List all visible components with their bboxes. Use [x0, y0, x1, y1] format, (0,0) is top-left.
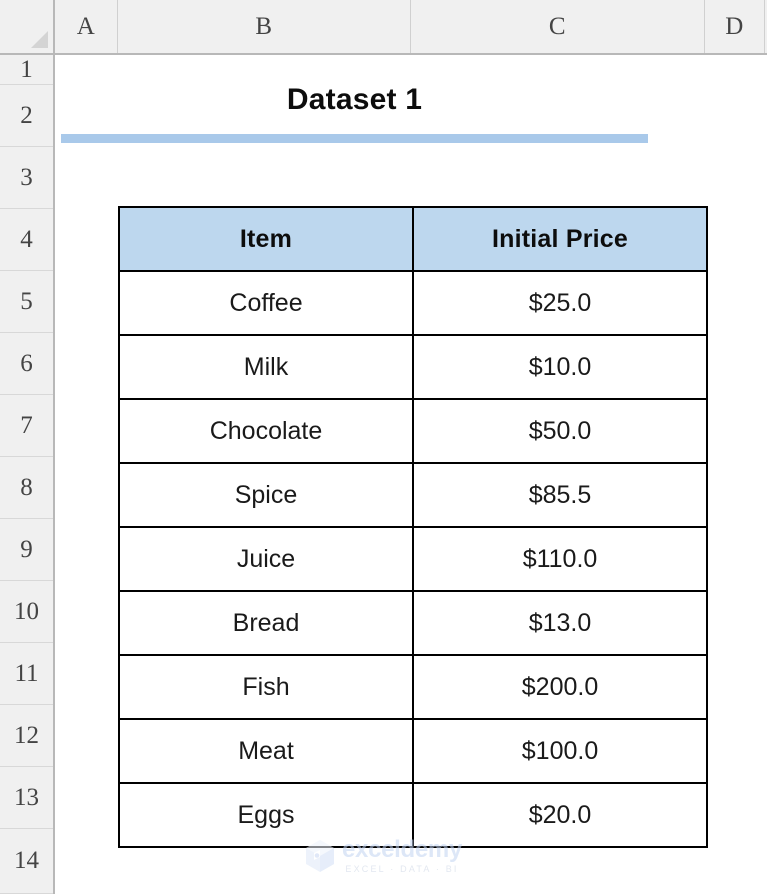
cell-initial-price[interactable]: $110.0 [412, 526, 708, 592]
table-body: Coffee $25.0 Milk $10.0 Chocolate $50.0 Spice $… [118, 270, 708, 848]
cell-item[interactable]: Eggs [118, 782, 414, 848]
row-header-9[interactable]: 9 [0, 519, 53, 581]
table-header-row: Item Initial Price [118, 206, 708, 272]
row-header-2[interactable]: 2 [0, 85, 53, 147]
cell-item[interactable]: Bread [118, 590, 414, 656]
row-header-10[interactable]: 10 [0, 581, 53, 643]
title-accent-rule [61, 134, 648, 143]
cell-initial-price[interactable]: $10.0 [412, 334, 708, 400]
column-header-strip: ABCD [0, 0, 767, 55]
cell-item[interactable]: Chocolate [118, 398, 414, 464]
cell-item[interactable]: Milk [118, 334, 414, 400]
cell-initial-price[interactable]: $200.0 [412, 654, 708, 720]
cell-item[interactable]: Juice [118, 526, 414, 592]
row-header-1[interactable]: 1 [0, 55, 53, 85]
table-row: Chocolate $50.0 [118, 398, 708, 464]
table-row: Bread $13.0 [118, 590, 708, 656]
row-header-4[interactable]: 4 [0, 209, 53, 271]
cell-item[interactable]: Spice [118, 462, 414, 528]
table-row: Eggs $20.0 [118, 782, 708, 848]
excel-worksheet: 1 2 3 4 5 6 7 8 9 10 11 12 13 14 Dataset 1 Item Initi… [0, 0, 767, 894]
column-header-c[interactable]: C [411, 0, 705, 53]
column-header-item[interactable]: Item [118, 206, 414, 272]
row-header-strip: 1 2 3 4 5 6 7 8 9 10 11 12 13 14 [0, 55, 55, 894]
row-header-5[interactable]: 5 [0, 271, 53, 333]
cell-initial-price[interactable]: $100.0 [412, 718, 708, 784]
table-row: Spice $85.5 [118, 462, 708, 528]
cell-initial-price[interactable]: $13.0 [412, 590, 708, 656]
column-header-d[interactable]: D [705, 0, 765, 53]
cell-initial-price[interactable]: $50.0 [412, 398, 708, 464]
table-row: Fish $200.0 [118, 654, 708, 720]
row-header-12[interactable]: 12 [0, 705, 53, 767]
cell-initial-price[interactable]: $85.5 [412, 462, 708, 528]
column-header-b[interactable]: B [118, 0, 411, 53]
row-header-8[interactable]: 8 [0, 457, 53, 519]
dataset-title-block: Dataset 1 [61, 85, 648, 143]
table-row: Milk $10.0 [118, 334, 708, 400]
table-row: Coffee $25.0 [118, 270, 708, 336]
page-title: Dataset 1 [286, 83, 423, 116]
cell-item[interactable]: Fish [118, 654, 414, 720]
cell-item[interactable]: Meat [118, 718, 414, 784]
row-header-3[interactable]: 3 [0, 147, 53, 209]
cell-initial-price[interactable]: $25.0 [412, 270, 708, 336]
column-header-a[interactable]: A [55, 0, 118, 53]
table-row: Meat $100.0 [118, 718, 708, 784]
cell-initial-price[interactable]: $20.0 [412, 782, 708, 848]
select-all-triangle-icon [31, 31, 48, 48]
select-all-button[interactable] [0, 0, 55, 53]
column-header-initial-price[interactable]: Initial Price [412, 206, 708, 272]
row-header-7[interactable]: 7 [0, 395, 53, 457]
cell-item[interactable]: Coffee [118, 270, 414, 336]
row-header-13[interactable]: 13 [0, 767, 53, 829]
table-row: Juice $110.0 [118, 526, 708, 592]
row-header-11[interactable]: 11 [0, 643, 53, 705]
row-header-6[interactable]: 6 [0, 333, 53, 395]
row-header-14[interactable]: 14 [0, 829, 53, 894]
dataset-table[interactable]: Item Initial Price Coffee $25.0 Milk $10.0 C… [118, 206, 708, 848]
